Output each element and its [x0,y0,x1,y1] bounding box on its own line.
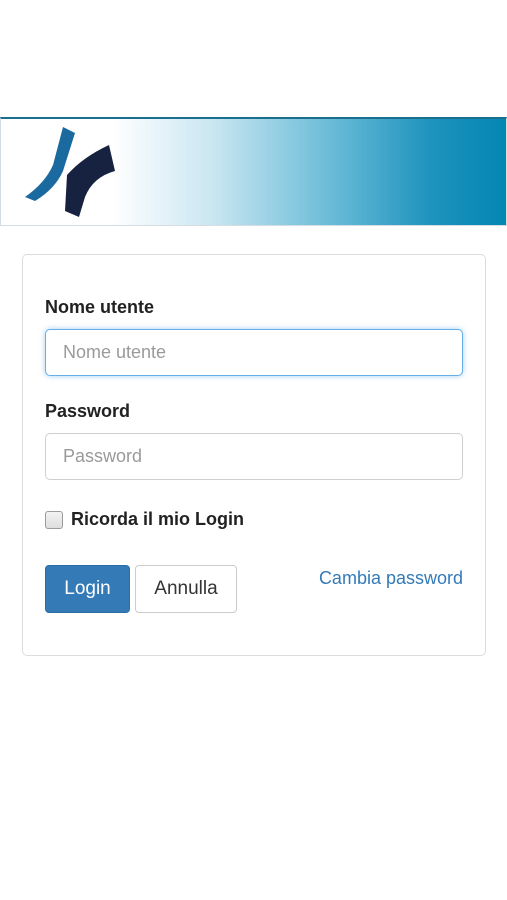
remember-login-row[interactable]: Ricorda il mio Login [45,509,244,530]
username-input[interactable] [45,329,463,376]
password-input[interactable] [45,433,463,480]
password-label: Password [45,401,131,421]
brand-logo-icon [25,127,115,217]
cancel-button[interactable]: Annulla [135,565,237,613]
header-banner [0,117,507,226]
change-password-link[interactable]: Cambia password [319,568,463,589]
remember-login-checkbox[interactable] [45,510,63,529]
username-label: Nome utente [45,297,155,317]
login-card: Nome utente Password Ricorda il mio Logi… [22,254,486,656]
remember-login-label[interactable]: Ricorda il mio Login [71,509,244,530]
login-button[interactable]: Login [45,565,130,613]
login-page: Nome utente Password Ricorda il mio Logi… [0,0,507,900]
